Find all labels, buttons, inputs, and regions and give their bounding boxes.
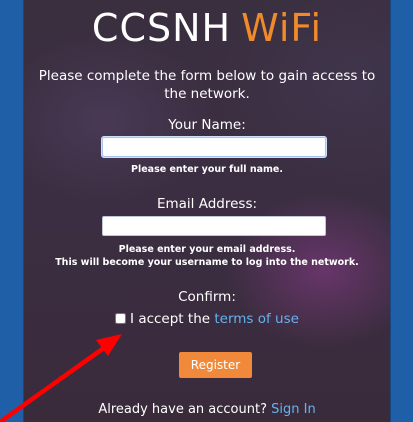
name-hint: Please enter your full name. (131, 164, 283, 175)
intro-text: Please complete the form below to gain a… (38, 68, 376, 102)
email-input[interactable] (102, 216, 326, 236)
sign-in-link[interactable]: Sign In (271, 402, 316, 417)
title-main: CCSNH (91, 6, 232, 50)
terms-of-use-link[interactable]: terms of use (214, 311, 299, 327)
accept-text: I accept the (130, 311, 211, 327)
name-label: Your Name: (168, 117, 246, 133)
page-title: CCSNH WiFi (24, 6, 390, 50)
terms-checkbox[interactable] (115, 313, 127, 324)
signin-row: Already have an account? Sign In (24, 402, 390, 417)
captive-portal-panel: CCSNH WiFi Please complete the form below… (24, 0, 390, 422)
email-hint-1: Please enter your email address. (118, 244, 296, 255)
confirm-label: Confirm: (178, 289, 236, 305)
title-accent: WiFi (241, 6, 323, 50)
register-button[interactable]: Register (179, 352, 252, 378)
name-input[interactable] (102, 137, 326, 157)
email-label: Email Address: (156, 196, 258, 212)
signin-prompt: Already have an account? (98, 402, 267, 417)
email-hint-2: This will become your username to log in… (55, 257, 359, 268)
terms-row: I accept the terms of use (24, 311, 390, 327)
